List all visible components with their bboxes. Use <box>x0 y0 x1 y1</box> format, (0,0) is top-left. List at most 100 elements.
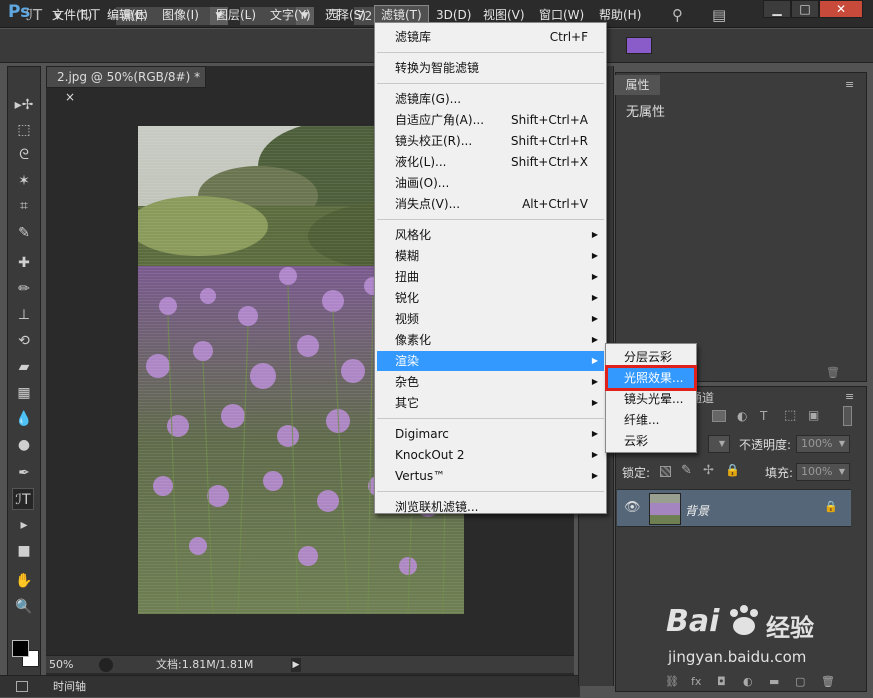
zoom-tool-icon[interactable]: 🔍 <box>13 596 35 618</box>
clone-stamp-tool-icon[interactable]: ⊥ <box>13 304 35 326</box>
warp-text-icon[interactable]: ⚲ <box>672 6 683 24</box>
pen-tool-icon[interactable]: ✒ <box>13 462 35 484</box>
plugin-filter-1[interactable]: KnockOut 2 ▶ <box>377 445 604 465</box>
menu-5[interactable]: 选择(S) <box>319 6 372 24</box>
convert-smart-filter[interactable]: 转换为智能滤镜 <box>377 58 604 78</box>
brush-tool-icon[interactable]: ✏ <box>13 278 35 300</box>
browse-online-filters[interactable]: 浏览联机滤镜... <box>377 497 604 517</box>
filter-adjust-icon[interactable]: ◐ <box>737 409 747 423</box>
render-submenu: 分层云彩 光照效果... 镜头光晕... 纤维... 云彩 <box>605 343 697 453</box>
healing-brush-tool-icon[interactable]: ✚ <box>13 252 35 274</box>
filter-smart-icon[interactable]: ▣ <box>808 408 819 422</box>
filter-category-7[interactable]: 杂色 ▶ <box>377 372 604 392</box>
filter-category-2[interactable]: 扭曲 ▶ <box>377 267 604 287</box>
layers-panel-menu-icon[interactable]: ≡ <box>845 390 854 403</box>
plugin-filter-0-label: Digimarc <box>395 427 449 441</box>
lasso-tool-icon[interactable]: ᘓ <box>13 144 35 166</box>
history-brush-tool-icon[interactable]: ⟲ <box>13 330 35 352</box>
eraser-tool-icon[interactable]: ▰ <box>13 356 35 378</box>
filter-item-5[interactable]: 消失点(V)... Alt+Ctrl+V <box>377 194 604 214</box>
hand-tool-icon[interactable]: ✋ <box>13 570 35 592</box>
lock-transparent-icon[interactable] <box>660 466 671 477</box>
status-arrow-icon[interactable]: ▶ <box>291 658 301 672</box>
type-tool-icon[interactable]: ℐT <box>12 488 34 510</box>
opacity-input[interactable]: 100% ▼ <box>796 435 850 453</box>
properties-tab[interactable]: 属性 <box>615 75 660 95</box>
filter-category-3[interactable]: 锐化 ▶ <box>377 288 604 308</box>
filter-item-0[interactable]: 滤镜库(G)... <box>377 89 604 109</box>
new-group-icon[interactable]: ▬ <box>769 675 779 688</box>
filter-category-5[interactable]: 像素化 ▶ <box>377 330 604 350</box>
filter-category-4[interactable]: 视频 ▶ <box>377 309 604 329</box>
adjustment-layer-icon[interactable]: ◐ <box>743 675 753 688</box>
filter-shape-icon[interactable]: ⬚ <box>784 408 796 423</box>
zoom-level[interactable]: 50% <box>49 656 73 674</box>
layer-mask-icon[interactable]: ◘ <box>717 675 726 688</box>
menu-6[interactable]: 滤镜(T) <box>374 5 429 23</box>
menu-9[interactable]: 窗口(W) <box>533 6 590 24</box>
lock-position-icon[interactable]: ✢ <box>703 463 714 478</box>
trash-icon[interactable]: 🗑 <box>826 366 840 379</box>
layer-name[interactable]: 背景 <box>685 502 709 519</box>
crop-tool-icon[interactable]: ⌗ <box>13 195 35 217</box>
blur-tool-icon[interactable]: 💧 <box>13 408 35 430</box>
timeline-label[interactable]: 时间轴 <box>53 676 86 698</box>
delete-layer-icon[interactable]: 🗑 <box>821 675 835 688</box>
filter-item-3[interactable]: 液化(L)... Shift+Ctrl+X <box>377 152 604 172</box>
path-selection-tool-icon[interactable]: ▸ <box>13 514 35 536</box>
render-item-4[interactable]: 云彩 <box>608 431 694 451</box>
layer-style-icon[interactable]: fx <box>691 675 701 688</box>
text-tool-icon[interactable]: ℐT <box>26 6 42 24</box>
render-item-1[interactable]: 光照效果... <box>605 365 697 391</box>
text-color-swatch[interactable] <box>626 37 652 54</box>
filter-type-icon[interactable]: T <box>760 409 767 423</box>
filter-gallery-last[interactable]: 滤镜库 Ctrl+F <box>377 27 604 47</box>
filter-gallery-last-label: 滤镜库 <box>395 30 432 44</box>
fill-input[interactable]: 100% ▼ <box>796 463 850 481</box>
minimize-button[interactable]: ▁ <box>763 0 791 18</box>
filter-item-4[interactable]: 油画(O)... <box>377 173 604 193</box>
lock-pixels-icon[interactable]: ✎ <box>681 463 692 478</box>
link-layers-icon[interactable]: ⛓ <box>665 675 679 688</box>
menu-7[interactable]: 3D(D) <box>430 6 477 24</box>
visibility-eye-icon[interactable]: 👁 <box>624 500 641 515</box>
menu-1[interactable]: 编辑(E) <box>101 6 154 24</box>
tab-close-icon[interactable]: × <box>65 90 75 104</box>
magic-wand-tool-icon[interactable]: ✶ <box>13 170 35 192</box>
maximize-button[interactable]: □ <box>791 0 819 18</box>
rectangle-tool-icon[interactable]: ■ <box>13 540 35 562</box>
filter-category-8[interactable]: 其它 ▶ <box>377 393 604 413</box>
filter-toggle[interactable] <box>843 406 852 426</box>
dodge-tool-icon[interactable]: ● <box>13 434 35 456</box>
status-info-icon[interactable] <box>99 658 113 672</box>
filter-category-6[interactable]: 渲染 ▶ <box>377 351 604 371</box>
plugin-filter-0[interactable]: Digimarc ▶ <box>377 424 604 444</box>
marquee-tool-icon[interactable]: ⬚ <box>13 119 35 141</box>
render-item-3[interactable]: 纤维... <box>608 410 694 430</box>
menu-2[interactable]: 图像(I) <box>156 6 205 24</box>
render-item-2[interactable]: 镜头光晕... <box>608 389 694 409</box>
filter-category-1[interactable]: 模糊 ▶ <box>377 246 604 266</box>
menu-3[interactable]: 图层(L) <box>210 6 262 24</box>
new-layer-icon[interactable]: ▢ <box>795 675 805 688</box>
gradient-tool-icon[interactable]: ▦ <box>13 382 35 404</box>
move-tool-icon[interactable]: ▸✢ <box>13 94 35 116</box>
menu-0[interactable]: 文件(F) <box>46 6 98 24</box>
close-button[interactable]: ✕ <box>819 0 863 18</box>
filter-pixel-icon[interactable] <box>712 410 726 422</box>
eyedropper-tool-icon[interactable]: ✎ <box>13 222 35 244</box>
menu-10[interactable]: 帮助(H) <box>593 6 647 24</box>
render-item-0[interactable]: 分层云彩 <box>608 347 694 367</box>
filter-item-1[interactable]: 自适应广角(A)... Shift+Ctrl+A <box>377 110 604 130</box>
menu-4[interactable]: 文字(Y) <box>264 6 317 24</box>
filter-item-2[interactable]: 镜头校正(R)... Shift+Ctrl+R <box>377 131 604 151</box>
document-tab[interactable]: 2.jpg @ 50%(RGB/8#) * × <box>46 66 206 104</box>
character-panel-icon[interactable]: ▤ <box>712 6 726 24</box>
layer-row-background[interactable]: 👁 背景 🔒 <box>617 489 851 527</box>
panel-menu-icon[interactable]: ≡ <box>845 78 854 91</box>
filter-category-0[interactable]: 风格化 ▶ <box>377 225 604 245</box>
blend-mode-select[interactable]: ▼ <box>708 435 730 453</box>
plugin-filter-2[interactable]: Vertus™ ▶ <box>377 466 604 486</box>
lock-all-icon[interactable]: 🔒 <box>725 463 740 477</box>
menu-8[interactable]: 视图(V) <box>477 6 531 24</box>
